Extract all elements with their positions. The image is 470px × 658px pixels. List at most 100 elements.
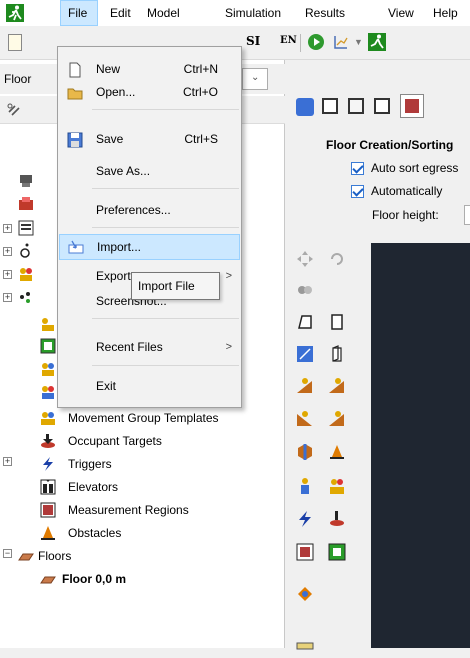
expand-toggle[interactable]: + [3, 224, 12, 233]
results-chart-icon[interactable] [333, 34, 349, 50]
components-icon [18, 196, 34, 212]
chevron-right-icon: > [225, 341, 232, 353]
shortcut-text: Ctrl+O [182, 85, 218, 99]
expand-toggle[interactable]: + [3, 293, 12, 302]
link-tree-icon[interactable] [6, 102, 22, 118]
wheelchair-icon [18, 243, 34, 259]
floor-creation-title: Floor Creation/Sorting [326, 138, 454, 152]
people-icon [18, 220, 34, 236]
menu-item-open[interactable]: Open... Ctrl+O [59, 79, 240, 105]
menu-view[interactable]: View [388, 0, 414, 26]
tool-paste-icon[interactable] [348, 98, 364, 114]
target-tool-icon[interactable] [328, 510, 346, 528]
menu-item-label: Recent Files [96, 340, 163, 354]
unit-en-button[interactable]: EN [280, 35, 297, 46]
menu-item-exit[interactable]: Exit [59, 373, 240, 399]
cycle-tool-icon[interactable] [296, 585, 314, 603]
tree-item-label: Measurement Regions [68, 503, 189, 517]
document-icon[interactable] [8, 34, 22, 51]
stair-up-icon[interactable] [296, 377, 314, 395]
menu-item-save[interactable]: Save Ctrl+S [59, 126, 240, 152]
import-icon [68, 239, 84, 255]
tool-layer-icon[interactable] [374, 98, 390, 114]
tool-select-icon[interactable] [296, 98, 314, 116]
menu-item-label: Open... [96, 85, 136, 99]
move-arrows-icon[interactable] [296, 250, 314, 268]
expand-toggle[interactable]: + [3, 247, 12, 256]
menu-item-label: Save [96, 132, 124, 146]
shortcut-text: Ctrl+S [184, 132, 218, 146]
menu-separator [92, 227, 239, 228]
tree-item-label: Floor 0,0 m [62, 572, 127, 586]
menu-item-label: Import... [97, 240, 142, 254]
menu-item-label: Exit [96, 379, 117, 393]
tree-item-label: Triggers [68, 457, 112, 471]
green-region-tool-icon[interactable] [328, 543, 346, 561]
slab-tool-icon[interactable] [296, 345, 314, 363]
rotate-icon[interactable] [328, 250, 346, 268]
group-tool-icon[interactable] [328, 477, 346, 495]
new-file-icon [67, 61, 83, 78]
automatically-checkbox[interactable] [351, 185, 364, 198]
exit-runner-icon[interactable] [368, 33, 386, 51]
trigger-tool-icon[interactable] [296, 510, 314, 528]
tree-item-label: Elevators [68, 480, 119, 494]
separator [300, 34, 301, 52]
door-tool-icon[interactable] [328, 345, 346, 363]
run-simulation-icon[interactable] [308, 34, 324, 50]
floor-height-label: Floor height: [372, 208, 439, 222]
stair-down-icon[interactable] [296, 410, 314, 428]
floor-dropdown[interactable]: ⌄ [242, 68, 268, 90]
expand-toggle[interactable]: + [3, 270, 12, 279]
menu-bar: File Edit Model Simulation Results View … [0, 0, 470, 26]
ruler-tool-icon[interactable] [296, 637, 314, 655]
menu-item-recent-files[interactable]: Recent Files > [59, 334, 240, 360]
scale-icon[interactable] [296, 280, 314, 298]
dots-icon [18, 289, 34, 305]
menu-model[interactable]: Model [147, 0, 180, 26]
floor-plane-icon [40, 571, 56, 587]
unit-si-button[interactable]: SI [246, 34, 260, 48]
floor-height-input[interactable] [464, 205, 470, 225]
menu-item-label: Preferences... [96, 203, 171, 217]
menu-help[interactable]: Help [433, 0, 458, 26]
stair-up-2-icon[interactable] [328, 377, 346, 395]
polygon-tool-icon[interactable] [296, 313, 314, 331]
tree-item-label: Obstacles [68, 526, 122, 540]
expand-toggle[interactable]: + [3, 457, 12, 466]
collapse-toggle[interactable]: − [3, 549, 12, 558]
chevron-down-icon: ⌄ [251, 72, 260, 83]
group-icon [40, 384, 56, 400]
chevron-down-icon[interactable]: ▼ [354, 37, 363, 47]
cone-tool-icon[interactable] [328, 443, 346, 461]
floor-label: Floor [4, 72, 32, 86]
menu-simulation[interactable]: Simulation [225, 0, 281, 26]
auto-sort-checkbox[interactable] [351, 162, 364, 175]
automatically-label: Automatically [371, 184, 443, 198]
menu-results[interactable]: Results [305, 0, 345, 26]
menu-file[interactable]: File [60, 0, 98, 26]
tool-active-icon[interactable] [400, 94, 424, 118]
model-canvas[interactable] [371, 243, 470, 648]
obstacle-cone-icon [40, 525, 56, 541]
menu-item-preferences[interactable]: Preferences... [59, 197, 240, 223]
target-icon [40, 433, 56, 449]
menu-separator [92, 318, 239, 319]
group-icon [40, 361, 56, 377]
menu-item-save-as[interactable]: Save As... [59, 158, 240, 184]
menu-separator [92, 188, 239, 189]
measurement-region-icon [40, 502, 56, 518]
rect-tool-icon[interactable] [328, 313, 346, 331]
region-icon [40, 338, 56, 354]
open-folder-icon [67, 84, 83, 100]
floor-properties-panel: Floor Creation/Sorting Auto sort egress … [286, 94, 470, 234]
box-tool-icon[interactable] [296, 443, 314, 461]
stair-down-2-icon[interactable] [328, 410, 346, 428]
tool-copy-icon[interactable] [322, 98, 338, 114]
menu-item-import[interactable]: Import... [59, 234, 240, 260]
region-tool-icon[interactable] [296, 543, 314, 561]
import-tooltip: Import File [131, 272, 220, 300]
menu-edit[interactable]: Edit [110, 0, 131, 26]
app-icon [6, 4, 24, 22]
person-tool-icon[interactable] [296, 477, 314, 495]
